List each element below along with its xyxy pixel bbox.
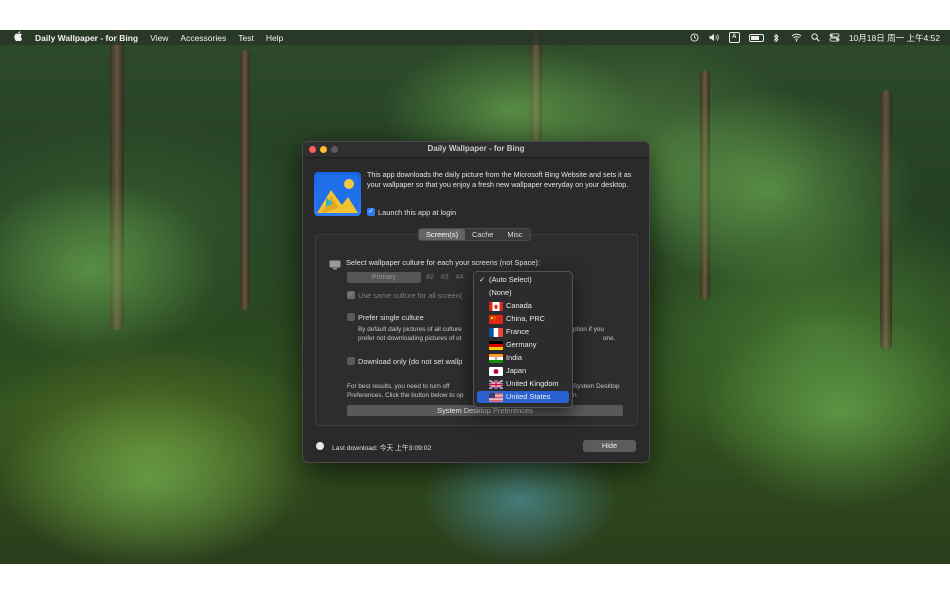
menu-item-japan[interactable]: Japan bbox=[477, 365, 569, 377]
menubar-clock[interactable]: 10月18日 周一 上午4:52 bbox=[849, 32, 940, 44]
last-download-label: Last download: 今天 上午3:09:02 bbox=[332, 445, 432, 452]
bluetooth-icon[interactable] bbox=[773, 33, 782, 43]
status-indicator-icon bbox=[316, 442, 324, 450]
time-machine-icon[interactable] bbox=[690, 33, 699, 42]
same-culture-label: Use same culture for all screen( bbox=[358, 291, 463, 300]
menu-item-label: Japan bbox=[506, 366, 527, 375]
checkmark-icon: ✓ bbox=[479, 275, 486, 284]
screen-3-segment[interactable]: #3 bbox=[441, 274, 449, 281]
best-results-text-tail: System Desktop bbox=[573, 383, 620, 390]
menu-item-united-kingdom[interactable]: United Kingdom bbox=[477, 378, 569, 390]
app-icon bbox=[314, 172, 361, 216]
menu-item-none[interactable]: (None) bbox=[477, 287, 569, 299]
screen-selector: Primary #2 #3 #4 bbox=[347, 272, 470, 283]
screen-2-segment[interactable]: #2 bbox=[426, 274, 434, 281]
input-source-icon[interactable]: A bbox=[728, 32, 740, 43]
best-results-text-2: Preferences. Click the button below to o… bbox=[347, 392, 464, 399]
india-flag-icon bbox=[489, 354, 503, 363]
menu-item-canada[interactable]: Canada bbox=[477, 300, 569, 312]
screen-primary-segment[interactable]: Primary bbox=[347, 272, 421, 283]
us-flag-icon bbox=[489, 393, 503, 402]
prefer-single-description-2-tail: one. bbox=[603, 335, 616, 342]
menu-item-china[interactable]: China, PRC bbox=[477, 313, 569, 325]
menu-item-france[interactable]: France bbox=[477, 326, 569, 338]
apple-icon[interactable] bbox=[13, 31, 23, 44]
wifi-icon[interactable] bbox=[791, 33, 802, 42]
france-flag-icon bbox=[489, 328, 503, 337]
grass-foliage bbox=[0, 390, 300, 564]
menu-item-label: India bbox=[506, 353, 523, 362]
launch-at-login-checkbox[interactable]: ✓ bbox=[367, 208, 375, 216]
menu-item-germany[interactable]: Germany bbox=[477, 339, 569, 351]
prefer-single-description-tail: ption if you bbox=[573, 326, 604, 333]
menu-item-united-states[interactable]: United States bbox=[477, 391, 569, 403]
menu-help[interactable]: Help bbox=[266, 33, 283, 43]
window-title: Daily Wallpaper - for Bing bbox=[427, 144, 525, 153]
display-icon bbox=[329, 257, 341, 275]
menu-item-label: United Kingdom bbox=[506, 379, 559, 388]
menu-bar: Daily Wallpaper - for Bing View Accessor… bbox=[0, 30, 950, 45]
screen-4-segment[interactable]: #4 bbox=[456, 274, 464, 281]
prefer-single-checkbox[interactable] bbox=[347, 313, 355, 321]
fern-foliage bbox=[700, 310, 950, 510]
menu-item-label: France bbox=[506, 327, 530, 336]
menu-item-label: Canada bbox=[506, 301, 532, 310]
tab-screens[interactable]: Screen(s) bbox=[419, 229, 466, 240]
spotlight-icon[interactable] bbox=[811, 33, 820, 42]
same-culture-checkbox[interactable]: ✓ bbox=[347, 291, 355, 299]
launch-at-login-label: Launch this app at login bbox=[378, 208, 457, 217]
best-results-text: For best results, you need to turn off bbox=[347, 383, 450, 390]
tab-misc[interactable]: Misc bbox=[500, 229, 529, 240]
battery-icon[interactable] bbox=[748, 33, 764, 42]
menu-item-label: Germany bbox=[506, 340, 537, 349]
menu-accessories[interactable]: Accessories bbox=[180, 33, 226, 43]
prefer-single-label: Prefer single culture bbox=[358, 313, 424, 322]
prefer-single-description: By default daily pictures of all culture bbox=[358, 326, 462, 333]
uk-flag-icon bbox=[489, 380, 503, 389]
menu-item-label: China, PRC bbox=[506, 314, 546, 323]
fern-foliage bbox=[620, 90, 920, 290]
control-center-icon[interactable] bbox=[829, 33, 840, 42]
culture-dropdown-menu: ✓ (Auto Select) (None) Canada China, PRC… bbox=[473, 271, 573, 408]
settings-tabs: Screen(s) Cache Misc bbox=[418, 228, 531, 241]
hide-button[interactable]: Hide bbox=[583, 440, 636, 452]
china-flag-icon bbox=[489, 315, 503, 324]
fern-foliage bbox=[0, 180, 220, 360]
menu-item-label: (None) bbox=[489, 288, 512, 297]
tree-trunk bbox=[240, 50, 250, 310]
menu-item-label: (Auto Select) bbox=[489, 275, 532, 284]
canada-flag-icon bbox=[489, 302, 503, 311]
select-culture-label: Select wallpaper culture for each your s… bbox=[346, 258, 540, 267]
volume-icon[interactable] bbox=[708, 33, 720, 42]
intro-text: This app downloads the daily picture fro… bbox=[367, 170, 632, 190]
tab-cache[interactable]: Cache bbox=[465, 229, 500, 240]
japan-flag-icon bbox=[489, 367, 503, 376]
menu-item-auto-select[interactable]: ✓ (Auto Select) bbox=[477, 274, 569, 286]
menu-app-name[interactable]: Daily Wallpaper - for Bing bbox=[35, 33, 138, 43]
germany-flag-icon bbox=[489, 341, 503, 350]
prefer-single-description-2: prefer not downloading pictures of ot bbox=[358, 335, 462, 342]
menu-view[interactable]: View bbox=[150, 33, 168, 43]
window-titlebar[interactable]: Daily Wallpaper - for Bing bbox=[303, 142, 649, 158]
best-results-text-2-tail: n. bbox=[573, 392, 579, 399]
menu-item-label: United States bbox=[506, 392, 551, 401]
download-only-checkbox[interactable] bbox=[347, 357, 355, 365]
menu-item-india[interactable]: India bbox=[477, 352, 569, 364]
menu-test[interactable]: Test bbox=[238, 33, 254, 43]
download-only-label: Download only (do not set wallp bbox=[358, 357, 463, 366]
